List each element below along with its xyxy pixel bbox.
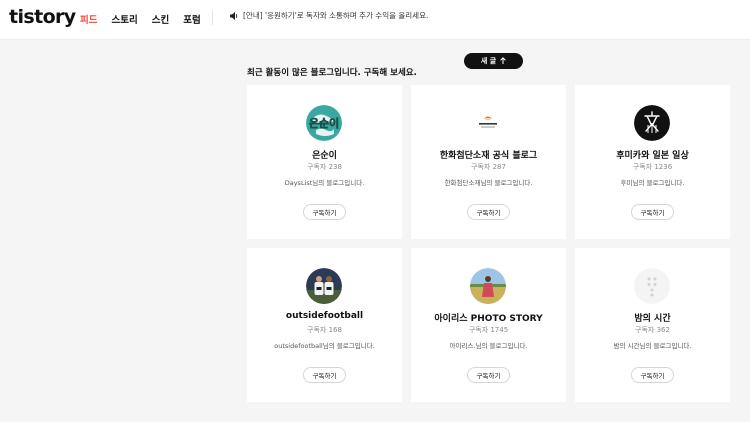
kanji-avatar xyxy=(634,105,670,141)
blog-card[interactable]: 한화첨단소재 공식 블로그 구독자 287 한화첨단소재님의 블로그입니다. 구… xyxy=(411,85,566,239)
subscriber-count: 구독자 238 xyxy=(307,163,342,171)
notice-banner[interactable]: [안내] '응원하기'로 독자와 소통하며 추가 수익을 올리세요. xyxy=(230,10,428,21)
blog-title[interactable]: 아이리스 PHOTO STORY xyxy=(411,311,566,324)
notice-text: [안내] '응원하기'로 독자와 소통하며 추가 수익을 올리세요. xyxy=(243,11,429,20)
subscriber-count: 구독자 362 xyxy=(635,326,670,334)
hanwha-logo-avatar xyxy=(470,105,506,141)
new-post-button[interactable]: 새 글 xyxy=(464,53,523,69)
blog-title[interactable]: 한화첨단소재 공식 블로그 xyxy=(411,148,566,161)
subscribe-button[interactable]: 구독하기 xyxy=(303,367,346,383)
blog-description: 후미님의 블로그입니다. xyxy=(620,179,685,187)
field-photo-avatar xyxy=(470,268,506,304)
blog-card[interactable]: outsidefootball 구독자 168 outsidefootball님… xyxy=(247,248,402,402)
blog-card[interactable]: 후미카와 일본 일상 구독자 1236 후미님의 블로그입니다. 구독하기 xyxy=(575,85,730,239)
subscribe-button[interactable]: 구독하기 xyxy=(467,204,510,220)
blog-card[interactable]: 밤의 시간 구독자 362 밤의 시간님의 블로그입니다. 구독하기 xyxy=(575,248,730,402)
blog-recommendation-grid: 은순이 은순이 구독자 238 DaysList님의 블로그입니다. 구독하기 … xyxy=(247,85,730,402)
subscribe-button[interactable]: 구독하기 xyxy=(631,367,674,383)
subscriber-count: 구독자 1745 xyxy=(468,326,509,334)
blog-description: 아이리스.님의 블로그입니다. xyxy=(449,342,528,350)
blog-title[interactable]: 밤의 시간 xyxy=(575,311,730,324)
nav-story[interactable]: 스토리 xyxy=(111,12,137,26)
arrow-up-icon xyxy=(500,56,506,66)
blog-card[interactable]: 아이리스 PHOTO STORY 구독자 1745 아이리스.님의 블로그입니다… xyxy=(411,248,566,402)
subscriber-count: 구독자 287 xyxy=(471,163,506,171)
subscribe-button[interactable]: 구독하기 xyxy=(303,204,346,220)
top-header: tistory 피드 스토리 스킨 포럼 [안내] '응원하기'로 독자와 소통… xyxy=(0,0,750,40)
speaker-icon xyxy=(230,11,239,20)
section-title: 최근 활동이 많은 블로그입니다. 구독해 보세요. xyxy=(247,68,417,78)
tistory-logo[interactable]: tistory xyxy=(9,6,76,28)
subscriber-count: 구독자 168 xyxy=(307,326,342,334)
subscribe-button[interactable]: 구독하기 xyxy=(631,204,674,220)
subscriber-count: 구독자 1236 xyxy=(632,163,673,171)
new-post-label: 새 글 xyxy=(480,57,497,65)
header-divider xyxy=(212,10,213,25)
blog-title[interactable]: 후미카와 일본 일상 xyxy=(575,148,730,161)
football-players-avatar xyxy=(306,268,342,304)
nav-forum[interactable]: 포럼 xyxy=(183,12,200,26)
main-nav: 피드 스토리 스킨 포럼 xyxy=(80,12,201,26)
avatar-text: 은순이 xyxy=(309,116,339,130)
blog-card[interactable]: 은순이 은순이 구독자 238 DaysList님의 블로그입니다. 구독하기 xyxy=(247,85,402,239)
blog-description: 한화첨단소재님의 블로그입니다. xyxy=(444,179,533,187)
default-dots-avatar xyxy=(634,268,670,304)
blog-description: DaysList님의 블로그입니다. xyxy=(284,179,365,187)
blog-description: outsidefootball님의 블로그입니다. xyxy=(274,342,375,350)
blog-title[interactable]: 은순이 xyxy=(247,148,402,161)
nav-feed[interactable]: 피드 xyxy=(80,12,97,26)
blog-description: 밤의 시간님의 블로그입니다. xyxy=(613,342,692,350)
subscribe-button[interactable]: 구독하기 xyxy=(467,367,510,383)
globe-avatar: 은순이 xyxy=(306,105,342,141)
nav-skin[interactable]: 스킨 xyxy=(152,12,169,26)
blog-title[interactable]: outsidefootball xyxy=(247,311,402,321)
